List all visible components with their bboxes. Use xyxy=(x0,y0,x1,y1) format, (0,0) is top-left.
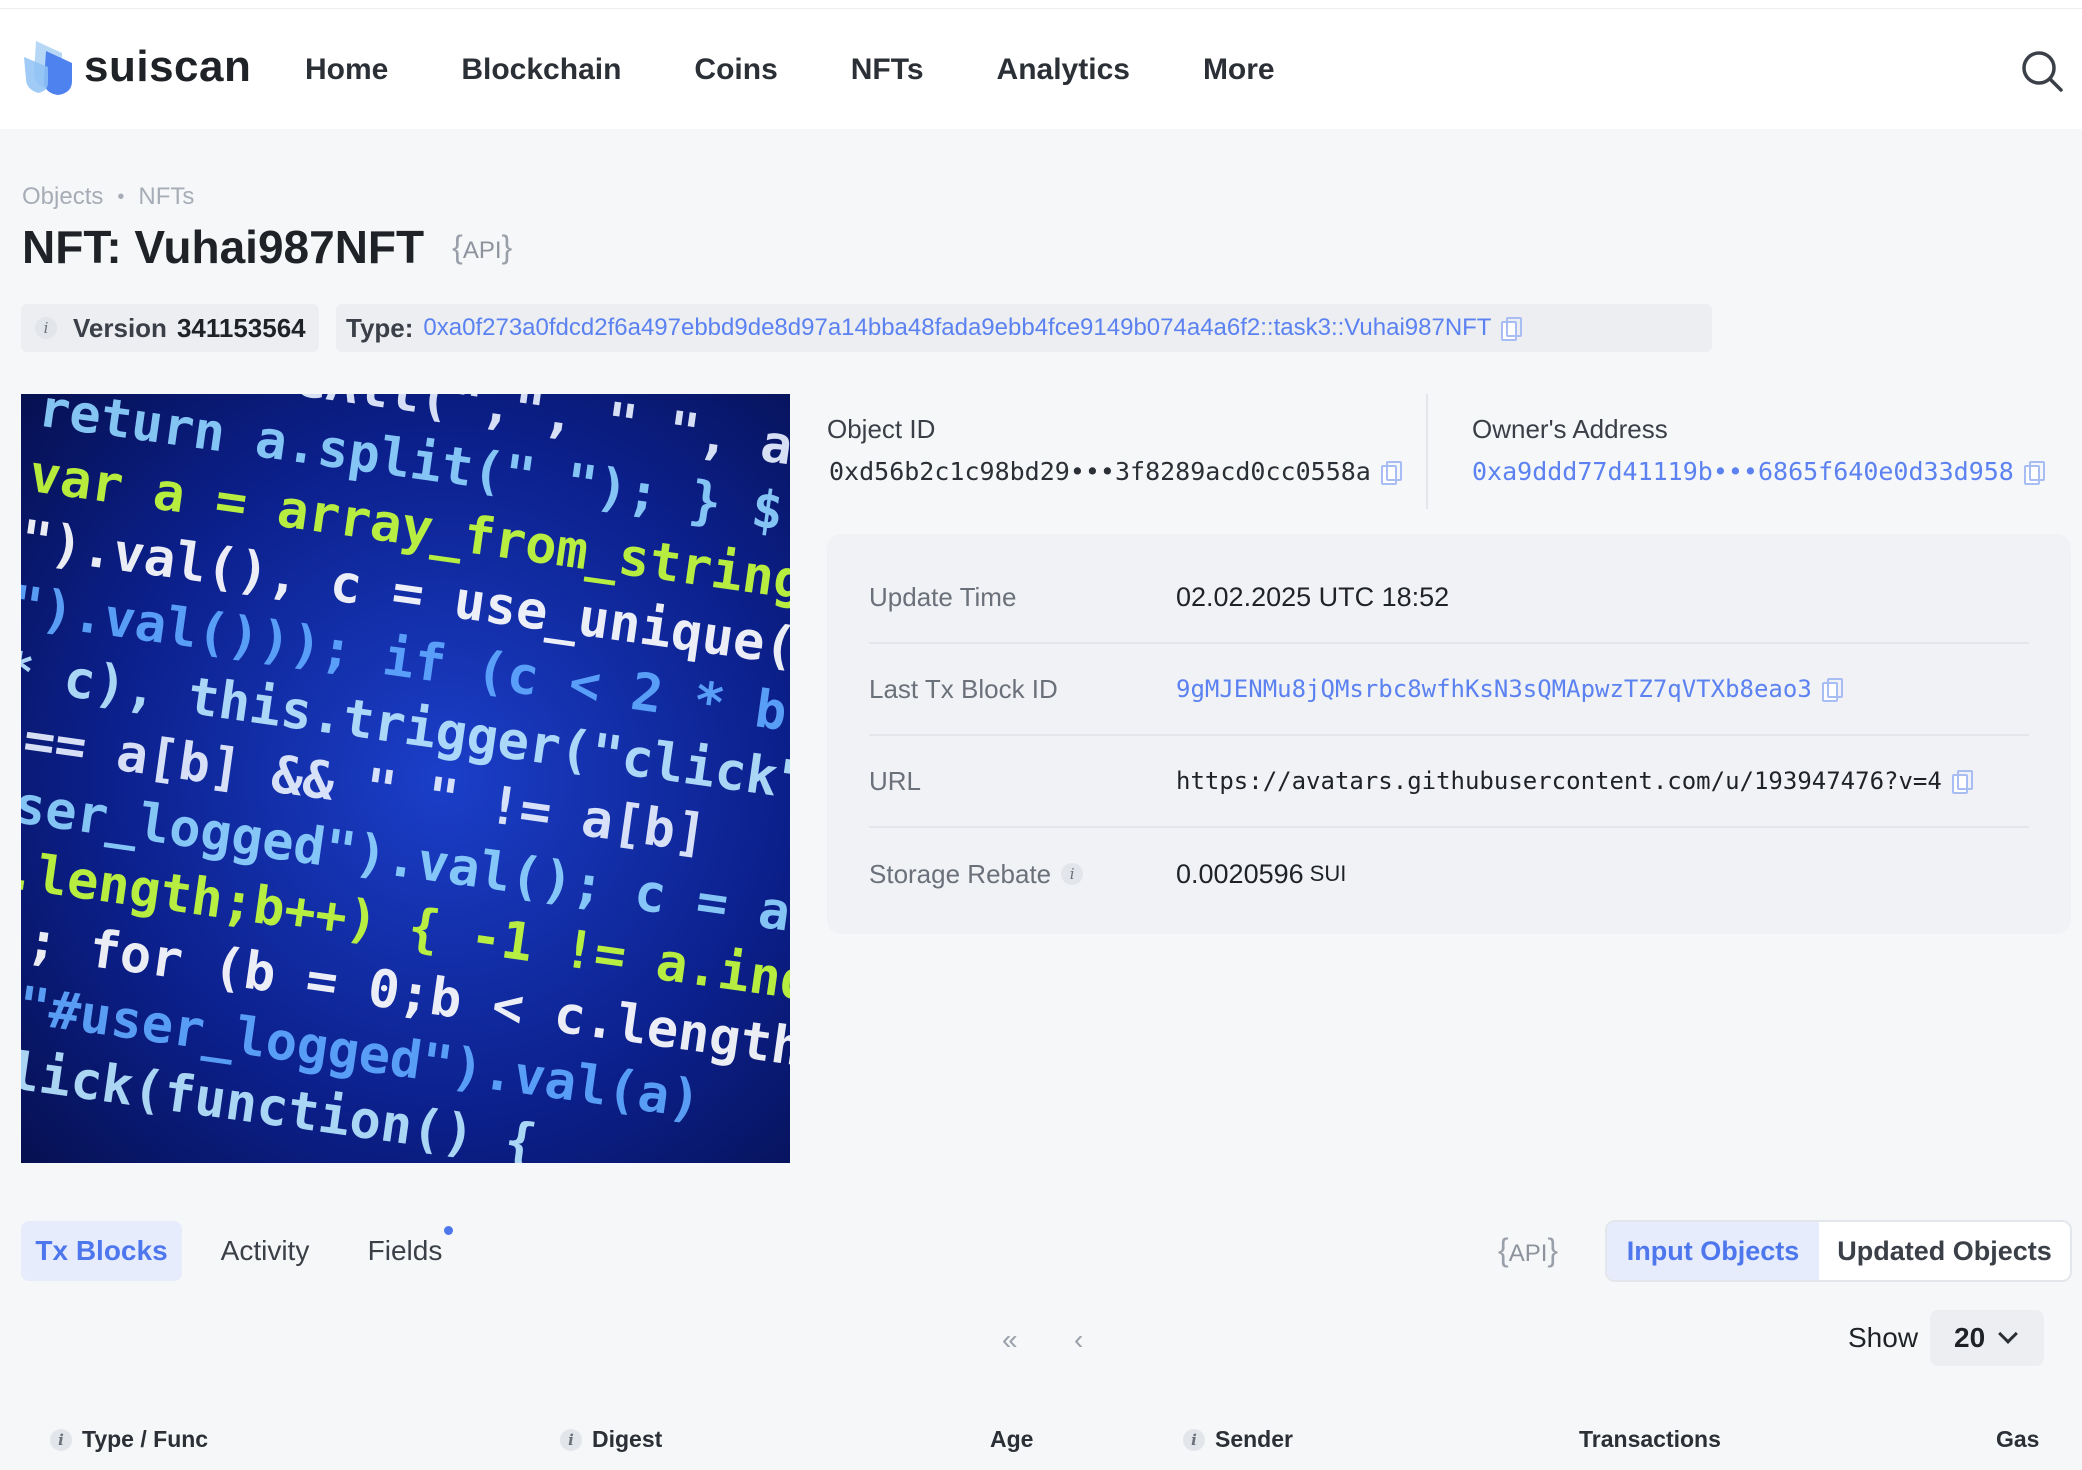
detail-row-storage-rebate: Storage Rebate i 0.0020596 SUI xyxy=(869,828,2029,920)
info-icon[interactable]: i xyxy=(560,1428,582,1451)
column-header-gas: Gas xyxy=(1996,1426,2039,1453)
api-label: API xyxy=(462,236,502,264)
column-header-label: Sender xyxy=(1215,1426,1293,1452)
type-pill: Type: 0xa0f273a0fdcd2f6a497ebbd9de8d97a1… xyxy=(336,304,1712,352)
suiscan-logo-icon xyxy=(24,41,72,95)
breadcrumb-nfts[interactable]: NFTs xyxy=(138,183,194,211)
owner-address-link[interactable]: 0xa9ddd77d41119b•••6865f640e0d33d958 xyxy=(1472,457,2014,486)
type-label: Type: xyxy=(346,312,414,343)
info-icon[interactable]: i xyxy=(50,1428,72,1451)
updated-objects-button[interactable]: Updated Objects xyxy=(1819,1222,2070,1280)
column-header-digest: i Digest xyxy=(560,1426,662,1453)
input-objects-button[interactable]: Input Objects xyxy=(1607,1222,1819,1280)
objects-toggle: Input Objects Updated Objects xyxy=(1605,1220,2072,1282)
first-page-button[interactable]: « xyxy=(1002,1324,1018,1356)
tab-tx-blocks[interactable]: Tx Blocks xyxy=(21,1221,182,1281)
detail-label: Last Tx Block ID xyxy=(869,673,1058,704)
page-title-text: NFT: Vuhai987NFT xyxy=(22,221,425,273)
column-header-age: Age xyxy=(990,1426,1033,1453)
object-id-field: 0xd56b2c1c98bd29•••3f8289acd0cc0558a xyxy=(829,457,1402,486)
storage-rebate-unit: SUI xyxy=(1309,861,1347,886)
column-header-sender: i Sender xyxy=(1183,1426,1293,1453)
page-title: NFT: Vuhai987NFT {API} xyxy=(22,220,512,274)
top-border xyxy=(0,0,2082,9)
nav-coins[interactable]: Coins xyxy=(694,53,777,87)
brand-name: suiscan xyxy=(84,42,252,91)
prev-page-button[interactable]: ‹ xyxy=(1074,1324,1083,1356)
detail-row-update-time: Update Time 02.02.2025 UTC 18:52 xyxy=(869,552,2029,644)
object-id-label: Object ID xyxy=(827,414,936,444)
detail-value: 0.0020596 SUI xyxy=(1176,859,1346,890)
suiscan-logo[interactable]: suiscan xyxy=(22,39,251,95)
page-size-select[interactable]: 20 xyxy=(1930,1310,2044,1366)
nft-code-image: • replaceAll(",", " ", a); a = areturn a… xyxy=(21,394,790,1163)
nav-more[interactable]: More xyxy=(1203,53,1275,87)
nft-image: • replaceAll(",", " ", a); a = areturn a… xyxy=(21,394,790,1163)
fields-indicator-dot xyxy=(444,1226,453,1235)
detail-row-last-tx-block: Last Tx Block ID 9gMJENMu8jQMsrbc8wfhKsN… xyxy=(869,644,2029,736)
copy-icon[interactable] xyxy=(2023,460,2045,485)
owner-address-field: 0xa9ddd77d41119b•••6865f640e0d33d958 xyxy=(1472,457,2045,486)
storage-rebate-label: Storage Rebate xyxy=(869,858,1052,889)
details-card: Update Time 02.02.2025 UTC 18:52 Last Tx… xyxy=(827,534,2071,934)
copy-icon[interactable] xyxy=(1501,317,1523,341)
nav-nfts[interactable]: NFTs xyxy=(851,53,924,87)
column-header-label: Digest xyxy=(592,1426,663,1452)
detail-label: Update Time xyxy=(869,581,1017,612)
show-label: Show xyxy=(1848,1322,1919,1353)
detail-value: https://avatars.githubusercontent.com/u/… xyxy=(1176,767,1973,795)
copy-icon[interactable] xyxy=(1821,678,1843,702)
column-header-transactions: Transactions xyxy=(1579,1426,1721,1453)
breadcrumb: Objects • NFTs xyxy=(22,183,194,211)
detail-row-url: URL https://avatars.githubusercontent.co… xyxy=(869,736,2029,828)
column-header-label: Gas xyxy=(1996,1426,2040,1452)
url-value: https://avatars.githubusercontent.com/u/… xyxy=(1176,767,1942,795)
detail-value: 9gMJENMu8jQMsrbc8wfhKsN3sQMApwzTZ7qVTXb8… xyxy=(1176,675,1843,703)
api-button[interactable]: {API} xyxy=(452,229,512,266)
storage-rebate-value: 0.0020596 xyxy=(1176,858,1304,889)
tab-activity[interactable]: Activity xyxy=(200,1221,330,1281)
breadcrumb-separator: • xyxy=(117,185,125,208)
info-icon[interactable]: i xyxy=(1061,863,1084,885)
detail-value: 02.02.2025 UTC 18:52 xyxy=(1176,581,1450,612)
info-icon[interactable]: i xyxy=(1183,1428,1205,1451)
nav-blockchain[interactable]: Blockchain xyxy=(461,53,621,87)
top-header: suiscan Home Blockchain Coins NFTs Analy… xyxy=(0,9,2082,129)
version-pill: i Version 341153564 xyxy=(21,304,319,352)
tabs-api-button[interactable]: {API} xyxy=(1498,1232,1558,1269)
chevron-down-icon xyxy=(1998,1324,2019,1344)
search-icon[interactable] xyxy=(2020,49,2064,93)
copy-icon[interactable] xyxy=(1951,770,1973,794)
type-value-link[interactable]: 0xa0f273a0fdcd2f6a497ebbd9de8d97a14bba48… xyxy=(423,314,1491,342)
copy-icon[interactable] xyxy=(1380,460,1402,485)
nav-analytics[interactable]: Analytics xyxy=(997,53,1130,87)
divider xyxy=(1426,394,1428,509)
object-id-value: 0xd56b2c1c98bd29•••3f8289acd0cc0558a xyxy=(829,457,1371,486)
column-header-label: Transactions xyxy=(1579,1426,1721,1452)
column-header-label: Age xyxy=(990,1426,1034,1452)
breadcrumb-objects[interactable]: Objects xyxy=(22,183,103,211)
version-label: Version xyxy=(73,312,167,343)
column-header-type-func: i Type / Func xyxy=(50,1426,208,1453)
nav-home[interactable]: Home xyxy=(305,53,388,87)
main-nav: Home Blockchain Coins NFTs Analytics Mor… xyxy=(305,53,1348,87)
detail-label: Storage Rebate i xyxy=(869,859,1176,890)
owner-address-label: Owner's Address xyxy=(1472,414,1668,444)
column-header-label: Type / Func xyxy=(82,1426,209,1452)
info-icon[interactable]: i xyxy=(35,317,57,339)
version-value: 341153564 xyxy=(176,312,306,343)
page-size-value: 20 xyxy=(1954,1322,1986,1353)
last-tx-block-link[interactable]: 9gMJENMu8jQMsrbc8wfhKsN3sQMApwzTZ7qVTXb8… xyxy=(1176,675,1812,703)
api-label: API xyxy=(1508,1240,1548,1267)
detail-label: URL xyxy=(869,765,922,796)
